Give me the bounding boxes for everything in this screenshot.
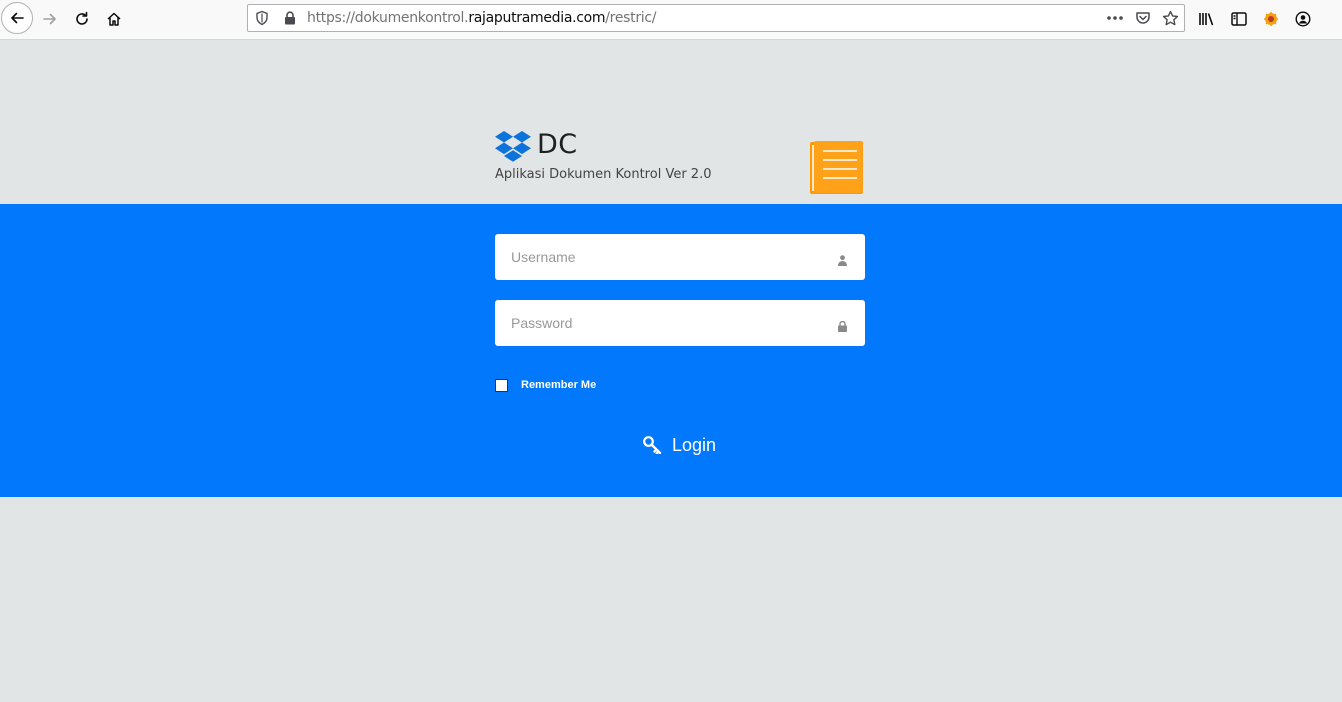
url-path: /restric/ — [605, 10, 657, 26]
password-field[interactable] — [495, 300, 865, 346]
back-icon — [11, 12, 24, 24]
shield-icon[interactable] — [255, 5, 269, 31]
sidebar-icon — [1231, 12, 1247, 26]
extension-icon — [1264, 12, 1278, 26]
lock-icon — [838, 317, 847, 336]
bookmark-star-icon[interactable] — [1162, 5, 1179, 31]
extension-button[interactable] — [1257, 5, 1285, 33]
browser-toolbar: https://dokumenkontrol.rajaputramedia.co… — [0, 0, 1342, 40]
address-bar[interactable]: https://dokumenkontrol.rajaputramedia.co… — [247, 4, 1185, 32]
home-icon — [107, 12, 121, 26]
login-button[interactable]: Login — [633, 430, 728, 460]
document-icon — [810, 141, 863, 198]
url-host: rajaputramedia.com — [468, 10, 606, 26]
forward-button[interactable] — [36, 5, 64, 33]
account-button[interactable] — [1289, 5, 1317, 33]
account-icon — [1295, 11, 1311, 27]
reload-button[interactable] — [68, 5, 96, 33]
back-button[interactable] — [1, 2, 33, 34]
library-button[interactable] — [1193, 5, 1221, 33]
remember-checkbox[interactable] — [495, 379, 508, 392]
login-label: Login — [672, 435, 717, 455]
home-button[interactable] — [100, 5, 128, 33]
sidebar-button[interactable] — [1225, 5, 1253, 33]
username-field[interactable] — [495, 234, 865, 280]
app-subtitle: Aplikasi Dokumen Kontrol Ver 2.0 — [495, 167, 712, 182]
library-icon — [1199, 13, 1214, 26]
remember-label[interactable]: Remember Me — [521, 378, 596, 392]
user-icon — [838, 251, 847, 270]
username-input[interactable] — [495, 234, 825, 280]
forward-icon — [43, 13, 56, 25]
dropbox-icon — [495, 131, 531, 166]
url-text[interactable]: https://dokumenkontrol.rajaputramedia.co… — [307, 5, 656, 31]
app-title: DC — [537, 129, 578, 160]
key-icon — [643, 436, 662, 457]
page-actions-icon[interactable] — [1106, 5, 1124, 31]
lock-icon[interactable] — [284, 5, 296, 31]
url-prefix: https://dokumenkontrol. — [307, 10, 469, 26]
reload-icon — [76, 11, 88, 25]
password-input[interactable] — [495, 300, 825, 346]
pocket-icon[interactable] — [1135, 5, 1151, 31]
